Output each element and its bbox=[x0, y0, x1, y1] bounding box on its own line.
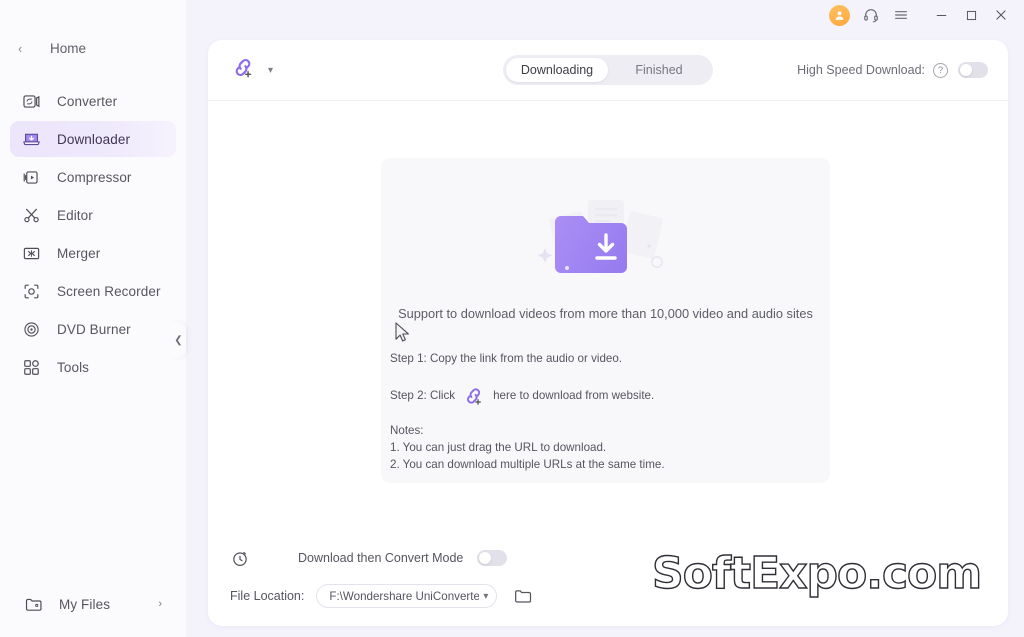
file-location-select[interactable]: F:\Wondershare UniConverter 1 ▾ bbox=[316, 584, 498, 608]
sidebar-item-downloader[interactable]: Downloader bbox=[10, 121, 176, 157]
scissors-icon bbox=[20, 204, 42, 226]
chevron-down-icon: ▾ bbox=[483, 590, 489, 602]
home-label: Home bbox=[50, 40, 87, 56]
tab-downloading[interactable]: Downloading bbox=[506, 58, 608, 82]
avatar[interactable] bbox=[826, 0, 856, 30]
status-tabs: Downloading Finished bbox=[503, 55, 713, 85]
main-panel: ▾ Downloading Finished High Speed Downlo… bbox=[208, 40, 1008, 626]
dropzone-caption: Support to download videos from more tha… bbox=[398, 306, 813, 321]
chevron-down-icon: ▾ bbox=[268, 64, 274, 76]
downloader-icon bbox=[20, 128, 42, 150]
my-files-label: My Files bbox=[59, 596, 111, 612]
sidebar-item-label: Tools bbox=[57, 359, 90, 375]
chevron-left-icon: ❮ bbox=[174, 334, 183, 346]
headset-icon bbox=[864, 9, 878, 23]
sidebar-item-label: Converter bbox=[57, 93, 118, 109]
step-2-prefix: Step 2: Click bbox=[390, 388, 456, 402]
person-icon bbox=[835, 10, 843, 20]
close-button[interactable] bbox=[986, 0, 1016, 30]
file-location-value: F:\Wondershare UniConverter 1 bbox=[329, 589, 480, 603]
folder-icon bbox=[22, 593, 44, 615]
sidebar-item-merger[interactable]: Merger bbox=[10, 235, 176, 271]
sidebar-item-label: Editor bbox=[57, 207, 93, 223]
compressor-icon bbox=[20, 166, 42, 188]
question-mark-icon[interactable]: ? bbox=[933, 62, 948, 78]
home-back-button[interactable]: ‹ Home bbox=[0, 33, 186, 63]
notes-title: Notes: bbox=[390, 424, 424, 437]
sidebar-item-dvd-burner[interactable]: DVD Burner bbox=[10, 311, 176, 347]
add-link-icon bbox=[462, 384, 486, 408]
main-menu-button[interactable] bbox=[886, 0, 916, 30]
download-settings-bar: Download then Convert Mode File Location… bbox=[208, 532, 1008, 626]
step-1-text: Step 1: Copy the link from the audio or … bbox=[390, 351, 623, 365]
tab-finished[interactable]: Finished bbox=[608, 58, 710, 82]
user-avatar-circle bbox=[828, 4, 850, 26]
file-location-label: File Location: bbox=[230, 589, 305, 603]
sidebar-item-converter[interactable]: Converter bbox=[10, 83, 176, 119]
add-link-icon bbox=[230, 54, 257, 86]
sidebar: ‹ Home Converter Downloader Compressor E… bbox=[0, 0, 186, 637]
high-speed-download-label: High Speed Download: bbox=[797, 63, 925, 77]
chevron-left-icon: ‹ bbox=[18, 40, 23, 56]
minimize-button[interactable] bbox=[926, 0, 956, 30]
close-icon bbox=[996, 10, 1006, 20]
window-controls bbox=[926, 0, 1016, 30]
high-speed-download-toggle[interactable] bbox=[958, 62, 988, 78]
sidebar-item-editor[interactable]: Editor bbox=[10, 197, 176, 233]
note-2: 2. You can download multiple URLs at the… bbox=[390, 458, 665, 472]
convert-mode-row: Download then Convert Mode bbox=[230, 542, 1008, 574]
high-speed-download-control: High Speed Download: ? bbox=[797, 62, 988, 78]
converter-icon bbox=[20, 90, 42, 112]
convert-mode-toggle[interactable] bbox=[477, 550, 508, 566]
browse-folder-button[interactable] bbox=[513, 586, 533, 606]
chevron-right-icon: › bbox=[158, 598, 162, 610]
timer-icon[interactable] bbox=[230, 548, 250, 568]
minimize-icon bbox=[936, 14, 946, 16]
application-window: ‹ Home Converter Downloader Compressor E… bbox=[0, 0, 1024, 637]
hamburger-menu-icon bbox=[895, 11, 907, 19]
download-folder-illustration bbox=[531, 192, 681, 292]
sidebar-item-compressor[interactable]: Compressor bbox=[10, 159, 176, 195]
sidebar-item-label: Screen Recorder bbox=[57, 283, 161, 299]
convert-mode-label: Download then Convert Mode bbox=[298, 551, 464, 565]
maximize-icon bbox=[966, 10, 976, 20]
step-1-row: Step 1: Copy the link from the audio or … bbox=[390, 351, 665, 367]
screen-recorder-icon bbox=[20, 280, 42, 302]
sidebar-item-label: Compressor bbox=[57, 169, 132, 185]
file-location-row: File Location: F:\Wondershare UniConvert… bbox=[230, 581, 1008, 611]
sidebar-item-screen-recorder[interactable]: Screen Recorder bbox=[10, 273, 176, 309]
sidebar-item-label: Downloader bbox=[57, 131, 131, 147]
toggle-knob bbox=[960, 64, 972, 76]
dvd-burner-icon bbox=[20, 318, 42, 340]
support-button[interactable] bbox=[856, 0, 886, 30]
step-2-row: Step 2: Click here to download from webs… bbox=[390, 388, 665, 405]
my-files-button[interactable]: My Files › bbox=[10, 585, 176, 623]
sidebar-nav: Converter Downloader Compressor Editor M… bbox=[0, 83, 186, 385]
dropzone-steps: Step 1: Copy the link from the audio or … bbox=[390, 351, 665, 476]
note-1: 1. You can just drag the URL to download… bbox=[390, 441, 607, 455]
sidebar-item-label: Merger bbox=[57, 245, 101, 261]
mouse-cursor bbox=[395, 322, 410, 348]
toggle-knob bbox=[479, 552, 492, 564]
add-url-button[interactable]: ▾ bbox=[230, 54, 273, 86]
sidebar-item-tools[interactable]: Tools bbox=[10, 349, 176, 385]
sidebar-item-label: DVD Burner bbox=[57, 321, 131, 337]
sidebar-collapse-button[interactable]: ❮ bbox=[171, 322, 186, 358]
downloader-toolbar: ▾ Downloading Finished High Speed Downlo… bbox=[208, 40, 1008, 101]
download-dropzone[interactable]: Support to download videos from more tha… bbox=[381, 158, 830, 483]
merger-icon bbox=[20, 242, 42, 264]
maximize-button[interactable] bbox=[956, 0, 986, 30]
step-2-suffix: here to download from website. bbox=[493, 388, 655, 402]
tools-grid-icon bbox=[20, 356, 42, 378]
